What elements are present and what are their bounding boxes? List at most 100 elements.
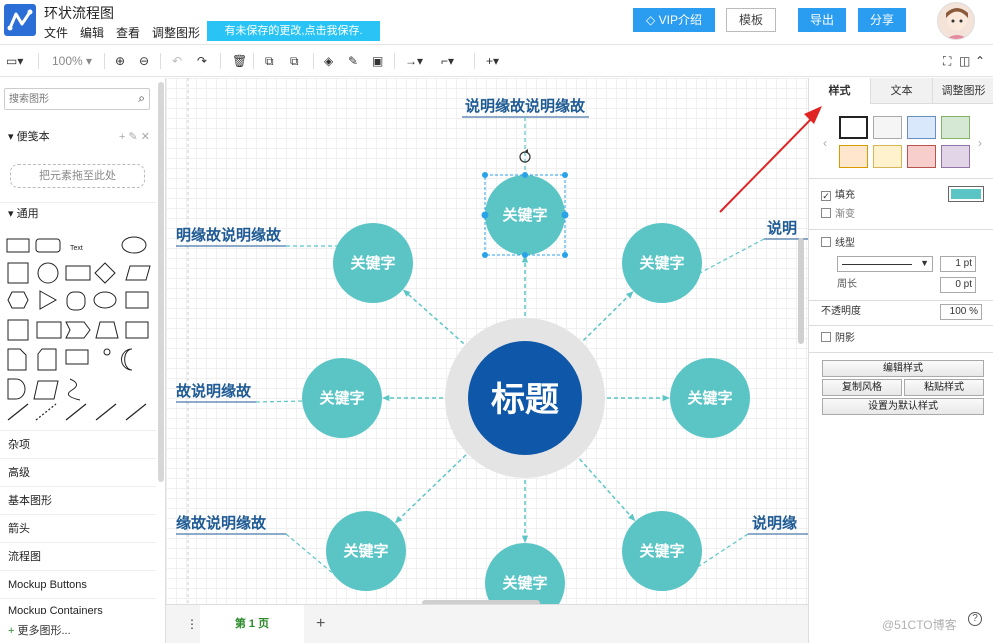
fill-color-icon[interactable]: ◈: [324, 53, 333, 69]
menu-arrange[interactable]: 调整图形: [152, 24, 200, 41]
sidebar-toggle-icon[interactable]: ▭▾: [6, 53, 23, 69]
line-row: 线型: [809, 235, 993, 253]
shadow-checkbox[interactable]: [821, 332, 831, 342]
format-tabs: 样式 文本 调整图形: [809, 78, 993, 104]
delete-icon[interactable]: 🗑: [232, 53, 247, 69]
arrowhead-bottom-left: [394, 515, 403, 524]
category-flowchart[interactable]: 流程图: [0, 542, 156, 570]
line-color-icon[interactable]: ✎: [348, 53, 358, 69]
shape-search: ⌕: [4, 88, 150, 110]
menu-edit[interactable]: 编辑: [80, 24, 104, 41]
scratchpad-header[interactable]: ▾ 便笺本 + ✎ ✕: [0, 126, 156, 148]
share-button[interactable]: 分享: [858, 8, 906, 32]
set-default-style-button[interactable]: 设置为默认样式: [822, 398, 984, 415]
category-mockup-buttons[interactable]: Mockup Buttons: [0, 570, 156, 598]
perimeter-input[interactable]: 0 pt: [940, 277, 976, 293]
description-leader: [255, 400, 307, 403]
category-misc[interactable]: 杂项: [0, 430, 156, 458]
zoom-level: 100%: [52, 54, 83, 68]
undo-icon[interactable]: ↶: [172, 53, 182, 69]
swatch-red[interactable]: [907, 145, 936, 168]
description-left-top[interactable]: 明缘故说明缘故: [176, 226, 282, 244]
menu-view[interactable]: 查看: [116, 24, 140, 41]
canvas-v-scrollbar[interactable]: [798, 238, 804, 344]
chevron-down-icon: ▼: [920, 258, 929, 268]
help-icon[interactable]: ?: [968, 612, 982, 626]
diamond-icon: ◇: [646, 13, 659, 27]
gradient-label: 渐变: [835, 209, 855, 220]
category-mockup-containers[interactable]: Mockup Containers: [0, 598, 156, 614]
to-front-icon[interactable]: ⧉: [265, 53, 274, 69]
swatch-gray[interactable]: [873, 116, 902, 139]
page-tab-1[interactable]: 第 1 页: [200, 605, 304, 643]
keyword-label: 关键字: [639, 542, 684, 560]
unsaved-changes-notice[interactable]: 有未保存的更改,点击我保存.: [207, 21, 380, 41]
copy-style-button[interactable]: 复制风格: [822, 379, 902, 396]
scratchpad-actions-icon[interactable]: + ✎ ✕: [119, 126, 150, 148]
format-panel-toggle-icon[interactable]: ◫: [959, 53, 970, 69]
insert-icon[interactable]: +▾: [486, 53, 499, 69]
annotation-arrow: [719, 106, 822, 213]
export-button[interactable]: 导出: [798, 8, 846, 32]
search-input[interactable]: [5, 89, 125, 109]
next-swatch-icon[interactable]: ›: [978, 136, 982, 150]
waypoints-icon[interactable]: ⌐▾: [441, 53, 454, 69]
description-right-top[interactable]: 说明: [767, 219, 797, 237]
collapse-icon[interactable]: ⌃: [975, 53, 985, 69]
line-width-input[interactable]: 1 pt: [940, 256, 976, 272]
shape-palette[interactable]: Text: [4, 234, 154, 424]
user-avatar[interactable]: [937, 2, 975, 40]
keyword-node-bottom[interactable]: [485, 543, 565, 604]
shadow-icon[interactable]: ▣: [372, 53, 383, 69]
opacity-input[interactable]: 100 %: [940, 304, 982, 320]
arrowhead-bottom: [521, 535, 529, 543]
connector-top-right: [582, 291, 633, 341]
template-button[interactable]: 模板: [726, 8, 776, 32]
category-advanced[interactable]: 高级: [0, 458, 156, 486]
vip-button[interactable]: ◇ VIP介绍: [633, 8, 715, 32]
description-left-bottom[interactable]: 缘故说明缘故: [176, 514, 267, 532]
sidebar-scrollbar[interactable]: [158, 82, 164, 482]
swatch-orange[interactable]: [839, 145, 868, 168]
shape-sidebar: ⌕ ▾ 便笺本 + ✎ ✕ 把元素拖至此处 ▾ 通用: [0, 78, 166, 643]
zoom-out-icon[interactable]: ⊖: [139, 53, 149, 69]
description-left-mid[interactable]: 故说明缘故: [176, 382, 252, 400]
add-page-icon[interactable]: +: [316, 615, 325, 633]
page-menu-icon[interactable]: ⋮: [186, 617, 198, 631]
swatch-green[interactable]: [941, 116, 970, 139]
paste-style-button[interactable]: 粘贴样式: [904, 379, 984, 396]
scratchpad-drop-zone[interactable]: 把元素拖至此处: [10, 164, 145, 188]
app-header: 环状流程图 文件 编辑 查看 调整图形 有未保存的更改,点击我保存. ◇ VIP…: [0, 0, 993, 44]
swatch-blue[interactable]: [907, 116, 936, 139]
fill-color-picker[interactable]: [948, 186, 984, 202]
swatch-white[interactable]: [839, 116, 868, 139]
description-top[interactable]: 说明缘故说明缘故: [465, 97, 586, 115]
document-title[interactable]: 环状流程图: [44, 3, 114, 23]
line-checkbox[interactable]: [821, 237, 831, 247]
swatch-yellow[interactable]: [873, 145, 902, 168]
general-label: 通用: [16, 208, 39, 220]
tab-text[interactable]: 文本: [870, 78, 932, 104]
to-back-icon[interactable]: ⧉: [290, 53, 299, 69]
tab-arrange[interactable]: 调整图形: [932, 78, 993, 104]
category-arrows[interactable]: 箭头: [0, 514, 156, 542]
keyword-label: 关键字: [343, 542, 388, 560]
arrowhead-left: [382, 394, 390, 402]
redo-icon[interactable]: ↷: [197, 53, 207, 69]
general-header[interactable]: ▾ 通用: [0, 202, 156, 224]
fullscreen-icon[interactable]: ⛶: [943, 53, 951, 69]
connection-icon[interactable]: →▾: [405, 53, 423, 69]
app-logo[interactable]: [4, 4, 36, 36]
description-right-bottom[interactable]: 说明缘: [752, 514, 797, 532]
swatch-purple[interactable]: [941, 145, 970, 168]
zoom-select[interactable]: 100% ▾: [52, 53, 92, 69]
edit-style-button[interactable]: 编辑样式: [822, 360, 984, 377]
menu-file[interactable]: 文件: [44, 24, 68, 41]
connector-bottom-right: [579, 458, 635, 521]
more-shapes-link[interactable]: + 更多图形...: [8, 622, 71, 638]
center-title: 标题: [491, 381, 559, 419]
search-icon[interactable]: ⌕: [138, 91, 145, 106]
zoom-in-icon[interactable]: ⊕: [115, 53, 125, 69]
line-style-select[interactable]: ▼: [837, 256, 933, 272]
category-basic[interactable]: 基本图形: [0, 486, 156, 514]
